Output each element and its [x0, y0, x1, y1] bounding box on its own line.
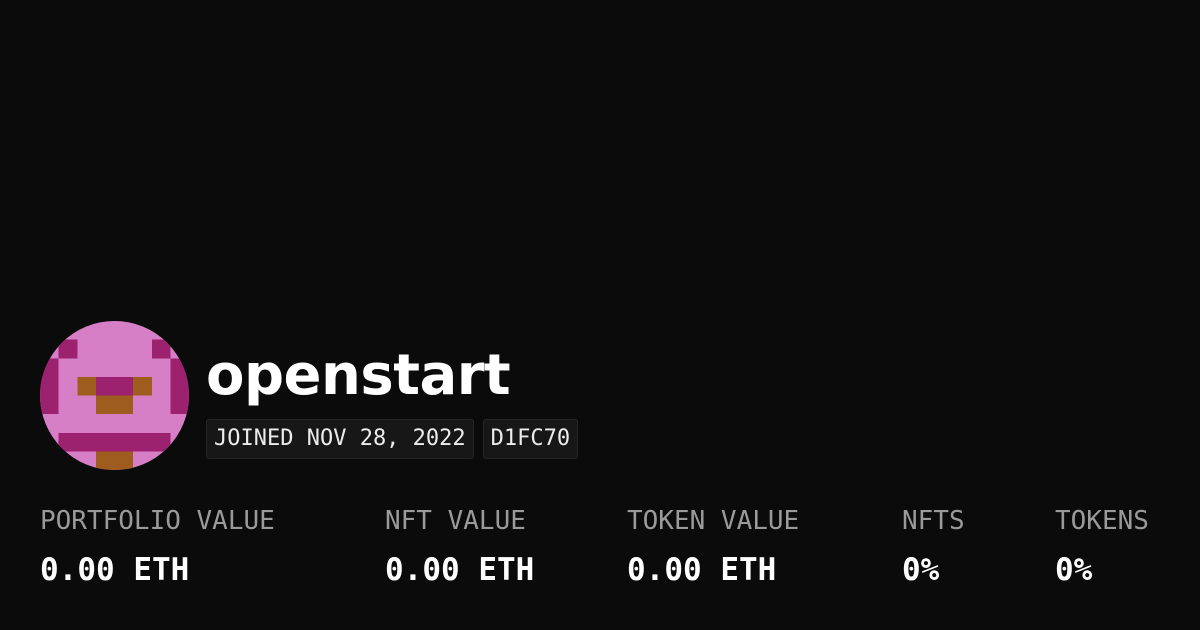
username: openstart: [206, 343, 511, 408]
stat-nfts: NFTS 0%: [902, 505, 965, 588]
stat-value: 0%: [1055, 552, 1093, 588]
stat-label: TOKENS: [1055, 506, 1149, 536]
stat-nft-value: NFT VALUE 0.00 ETH: [385, 505, 534, 588]
stat-value: 0%: [902, 552, 940, 588]
stat-label: NFT VALUE: [385, 506, 526, 536]
stat-label: TOKEN VALUE: [627, 506, 800, 536]
stat-tokens: TOKENS 0%: [1055, 505, 1149, 588]
stat-label: PORTFOLIO VALUE: [40, 506, 275, 536]
profile-badges: JOINED NOV 28, 2022 D1FC70: [206, 419, 587, 459]
stat-value: 0.00 ETH: [385, 552, 535, 588]
profile-identity: openstart JOINED NOV 28, 2022 D1FC70: [206, 321, 587, 459]
profile-header: openstart JOINED NOV 28, 2022 D1FC70: [40, 321, 587, 470]
pixel-avatar-icon: [40, 321, 189, 470]
stat-label: NFTS: [902, 506, 965, 536]
stat-portfolio-value: PORTFOLIO VALUE 0.00 ETH: [40, 505, 275, 588]
color-code-badge: D1FC70: [482, 419, 579, 459]
stat-value: 0.00 ETH: [627, 552, 777, 588]
joined-date-badge: JOINED NOV 28, 2022: [206, 419, 474, 459]
portfolio-stats: PORTFOLIO VALUE 0.00 ETH NFT VALUE 0.00 …: [0, 505, 1200, 605]
stat-value: 0.00 ETH: [40, 552, 190, 588]
stat-token-value: TOKEN VALUE 0.00 ETH: [627, 505, 799, 588]
avatar[interactable]: [40, 321, 189, 470]
